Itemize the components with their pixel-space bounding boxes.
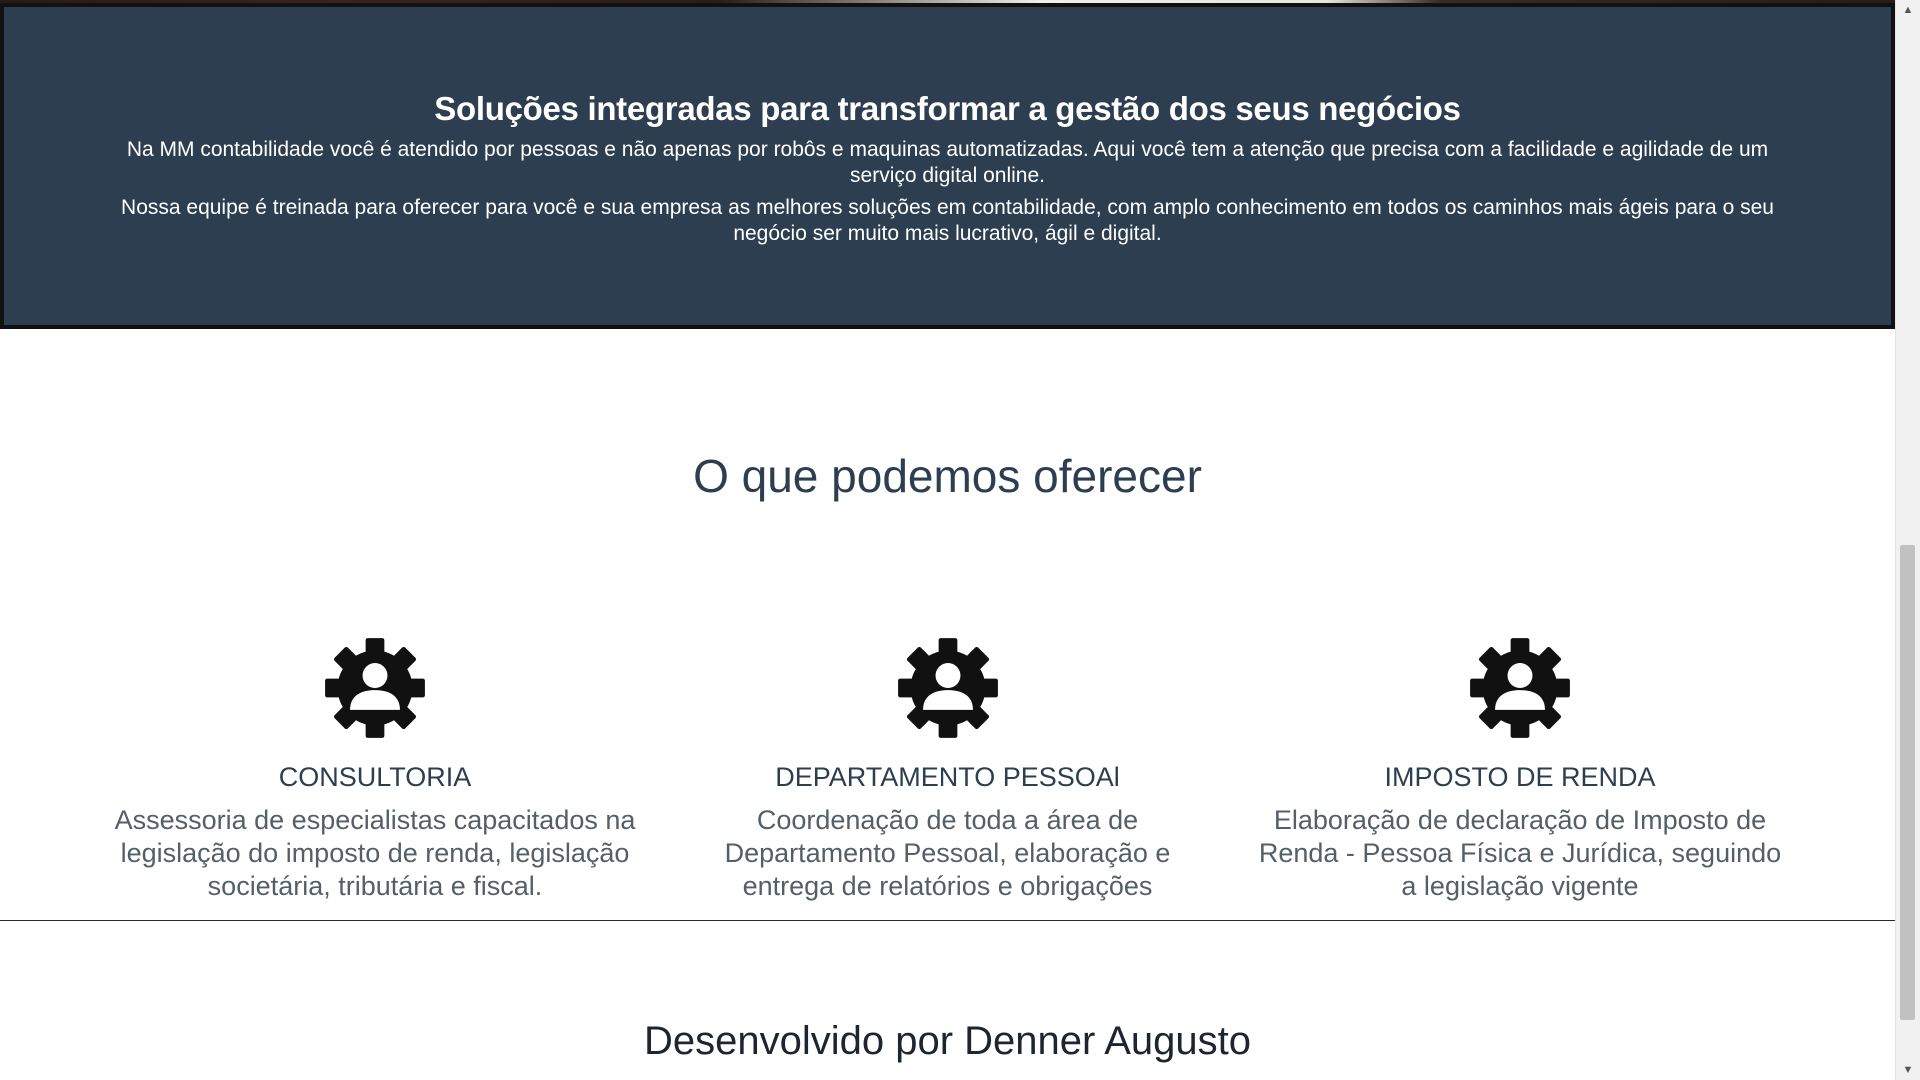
intro-paragraph-2: Nossa equipe é treinada para oferecer pa… — [121, 196, 1774, 245]
intro-paragraph-1: Na MM contabilidade você é atendido por … — [126, 138, 1769, 187]
user-gear-icon — [325, 638, 425, 738]
offer-section-title: O que podemos oferecer — [693, 450, 1202, 502]
user-gear-icon — [1470, 638, 1570, 738]
service-title: CONSULTORIA — [278, 762, 472, 792]
page: Soluções integradas para transformar a g… — [0, 0, 1920, 1080]
service-title: DEPARTAMENTO PESSOAl — [775, 762, 1120, 792]
service-card-consultoria: CONSULTORIA Assessoria de especialistas … — [95, 636, 655, 916]
service-card-departamento-pessoal: DEPARTAMENTO PESSOAl Coordenação de toda… — [668, 636, 1228, 916]
footer-divider — [0, 920, 1895, 921]
page-content: Soluções integradas para transformar a g… — [0, 0, 1895, 1080]
scroll-up-arrow-icon[interactable]: ▲ — [1896, 0, 1920, 20]
services-row: CONSULTORIA Assessoria de especialistas … — [95, 636, 1800, 916]
service-title: IMPOSTO DE RENDA — [1384, 762, 1656, 792]
service-description: Elaboração de declaração de Imposto de R… — [1258, 805, 1782, 901]
intro-title: Soluções integradas para transformar a g… — [434, 90, 1461, 127]
user-gear-icon — [897, 638, 998, 738]
scroll-down-arrow-icon[interactable]: ▼ — [1896, 1060, 1920, 1080]
service-card-imposto-de-renda: IMPOSTO DE RENDA Elaboração de declaraçã… — [1240, 636, 1800, 916]
scrollbar-thumb[interactable] — [1900, 545, 1915, 1020]
service-description: Coordenação de toda a área de Departamen… — [724, 805, 1171, 901]
service-description: Assessoria de especialistas capacitados … — [114, 805, 636, 901]
footer-credit: Desenvolvido por Denner Augusto — [643, 1019, 1252, 1063]
intro-banner: Soluções integradas para transformar a g… — [0, 3, 1895, 329]
vertical-scrollbar[interactable]: ▲ ▼ — [1895, 0, 1920, 1080]
